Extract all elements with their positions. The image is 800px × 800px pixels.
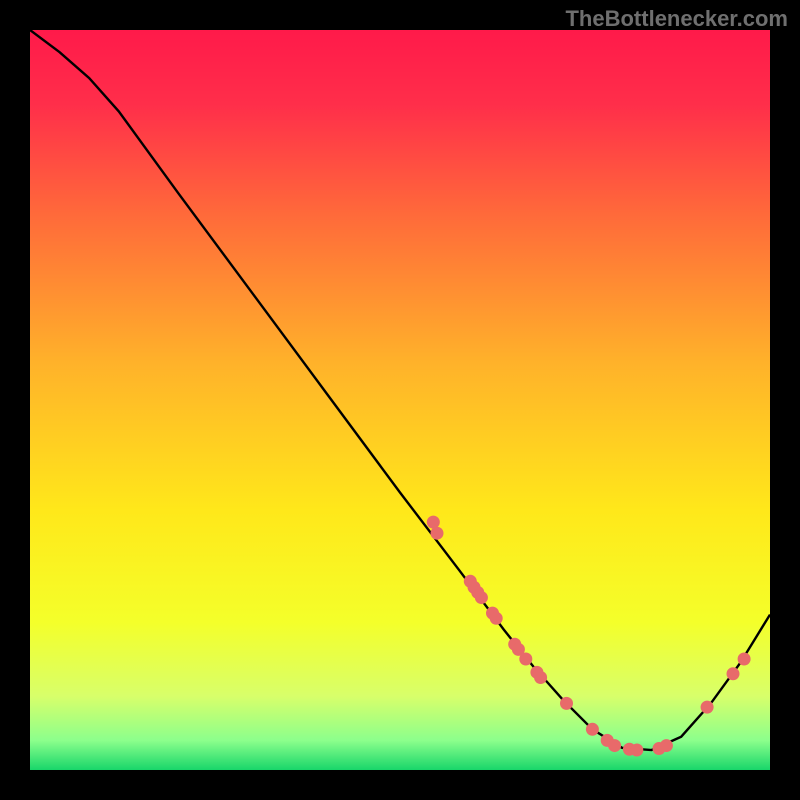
scatter-point — [586, 723, 599, 736]
scatter-point — [630, 744, 643, 757]
scatter-point — [431, 527, 444, 540]
scatter-point — [660, 739, 673, 752]
chart-svg — [30, 30, 770, 770]
scatter-point — [490, 612, 503, 625]
scatter-point — [560, 697, 573, 710]
scatter-point — [427, 516, 440, 529]
scatter-point — [519, 653, 532, 666]
attribution-label: TheBottlenecker.com — [565, 6, 788, 32]
chart-plot-area — [30, 30, 770, 770]
scatter-point — [608, 739, 621, 752]
scatter-point — [475, 591, 488, 604]
scatter-point — [701, 701, 714, 714]
scatter-point — [738, 653, 751, 666]
scatter-point — [534, 671, 547, 684]
scatter-point — [727, 667, 740, 680]
